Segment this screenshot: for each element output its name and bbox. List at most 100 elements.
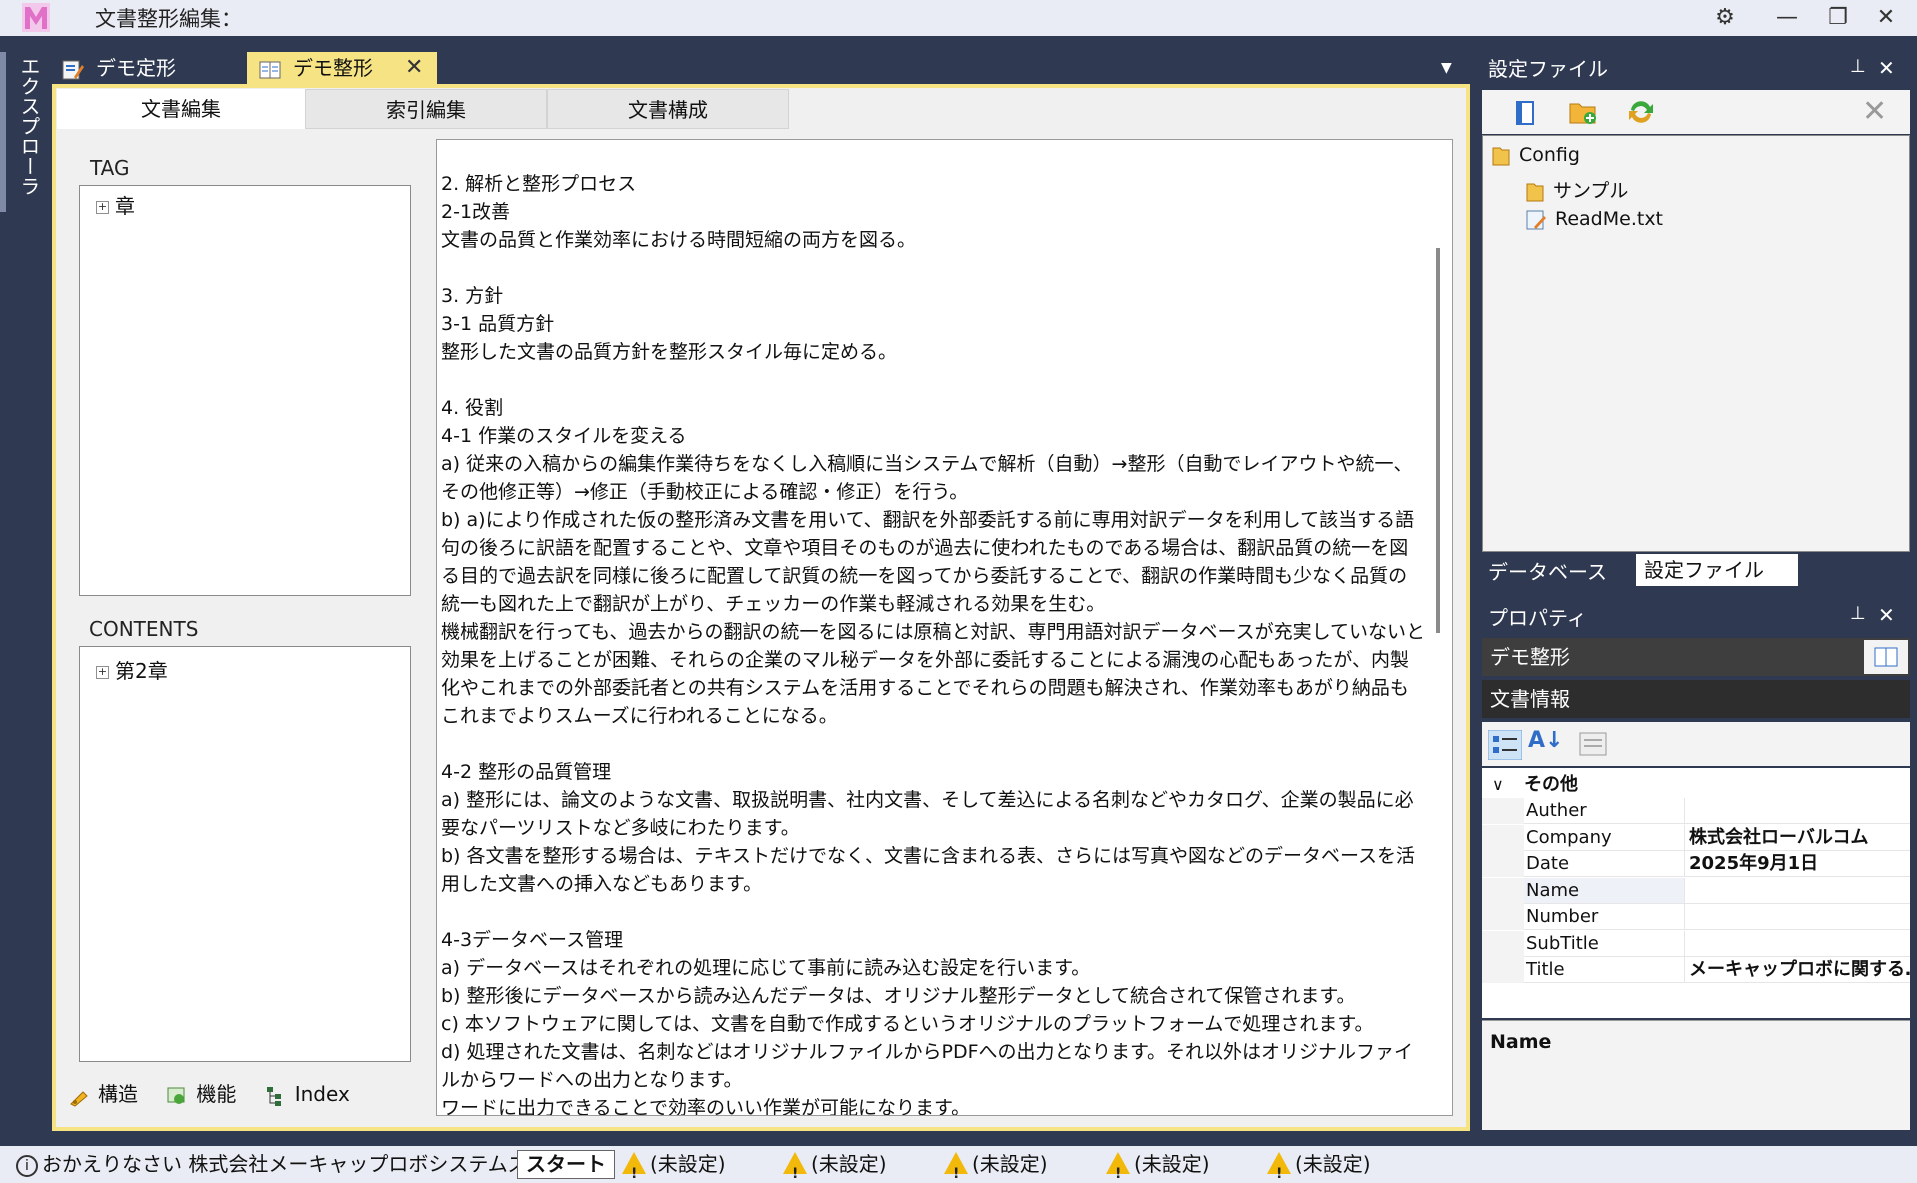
editor-line: 4-2 整形の品質管理: [441, 761, 612, 783]
new-folder-icon[interactable]: [1568, 98, 1598, 126]
status-slot[interactable]: (未設定): [783, 1146, 887, 1183]
explorer-tab[interactable]: エクスプローラ: [17, 56, 41, 196]
collapse-icon[interactable]: ∨: [1492, 772, 1504, 798]
start-button[interactable]: スタート: [517, 1150, 615, 1179]
status-slot[interactable]: (未設定): [1267, 1146, 1371, 1183]
document-editor[interactable]: 2. 解析と整形プロセス 2-1改善 文書の品質と作業効率における時間短縮の両方を図…: [436, 139, 1453, 1116]
tree-node-config[interactable]: Config: [1491, 144, 1580, 167]
minimize-button[interactable]: —: [1767, 2, 1807, 34]
sort-alpha-icon[interactable]: A↓: [1528, 728, 1563, 753]
property-gutter: [1482, 798, 1524, 824]
tab-index[interactable]: Index: [265, 1082, 350, 1107]
status-slot-label: (未設定): [650, 1152, 726, 1176]
close-panel-icon[interactable]: ✕: [1878, 56, 1895, 80]
expand-icon[interactable]: +: [96, 666, 109, 679]
editor-line: ワードに出力できることで効率のいい作業が可能になります。: [441, 1097, 971, 1116]
property-pages-icon[interactable]: [1578, 730, 1608, 758]
property-row[interactable]: SubTitle: [1482, 930, 1910, 957]
delete-icon[interactable]: ✕: [1862, 94, 1887, 129]
property-row[interactable]: Auther: [1482, 798, 1910, 824]
tab-document-structure[interactable]: 文書構成: [547, 89, 789, 129]
new-file-icon[interactable]: [1512, 100, 1538, 126]
property-value[interactable]: [1684, 798, 1910, 824]
tree-node-label: Config: [1519, 144, 1580, 166]
property-pages-button[interactable]: [1864, 640, 1908, 674]
property-gutter: [1482, 824, 1524, 851]
refresh-icon[interactable]: [1626, 98, 1656, 126]
status-bar: iおかえりなさい 株式会社メーキャップロボシステムズさん スタート (未設定) (…: [0, 1146, 1917, 1183]
tab-overflow-icon[interactable]: ▼: [1441, 60, 1452, 76]
property-value[interactable]: 株式会社ローバルコム: [1684, 824, 1910, 851]
contents-tree[interactable]: + 第2章: [79, 646, 411, 1062]
tag-tree[interactable]: + 章: [79, 185, 411, 596]
function-icon: [167, 1087, 185, 1104]
editor-text[interactable]: 2. 解析と整形プロセス 2-1改善 文書の品質と作業効率における時間短縮の両方を図…: [441, 170, 1426, 1116]
editor-line: a) データベースはそれぞれの処理に応じて事前に読み込む設定を行います。: [441, 957, 1091, 979]
tree-node-sample[interactable]: サンプル: [1525, 176, 1628, 203]
tab-settings-file[interactable]: 設定ファイル: [1636, 554, 1798, 586]
property-name: Auther: [1524, 798, 1684, 824]
status-slot[interactable]: (未設定): [1106, 1146, 1210, 1183]
expand-icon[interactable]: +: [96, 201, 109, 214]
tab-function[interactable]: 機能: [166, 1078, 236, 1107]
tree-node-readme[interactable]: ReadMe.txt: [1525, 208, 1663, 231]
categorized-view-icon[interactable]: [1488, 730, 1522, 760]
editor-line: a) 整形には、論文のような文書、取扱説明書、社内文書、そして差込による名刺など…: [441, 789, 1414, 839]
restore-button[interactable]: ❐: [1818, 2, 1858, 34]
status-slot-label: (未設定): [811, 1152, 887, 1176]
info-icon: i: [16, 1154, 38, 1177]
property-value[interactable]: 2025年9月1日: [1684, 851, 1910, 877]
editor-line: b) 整形後にデータベースから読み込んだデータは、オリジナル整形データとして統合…: [441, 985, 1356, 1007]
window-title: 文書整形編集：: [95, 7, 242, 31]
property-gutter: [1482, 877, 1524, 904]
settings-gear-icon[interactable]: ⚙: [1705, 2, 1745, 34]
editor-line: a) 従来の入稿からの編集作業待ちをなくし入稿順に当システムで解析（自動）→整形…: [441, 453, 1413, 503]
tree-node-chapter[interactable]: + 章: [96, 190, 135, 219]
status-slot-label: (未設定): [972, 1152, 1048, 1176]
pin-icon[interactable]: ⊥: [1850, 603, 1866, 624]
property-category-label: その他: [1524, 774, 1578, 795]
tab-database[interactable]: データベース: [1488, 556, 1607, 585]
property-row[interactable]: Number: [1482, 904, 1910, 930]
property-value[interactable]: メーキャップロボに関する…: [1684, 957, 1910, 983]
doc-tab-demo-teikei[interactable]: デモ定形: [62, 52, 242, 84]
editor-line: 3-1 品質方針: [441, 313, 555, 335]
editor-scrollbar-thumb[interactable]: [1436, 248, 1440, 633]
settings-file-tree[interactable]: Config サンプル ReadMe.txt: [1482, 135, 1910, 552]
property-row[interactable]: Date 2025年9月1日: [1482, 851, 1910, 877]
close-tab-icon[interactable]: ✕: [405, 52, 423, 84]
pin-icon[interactable]: ⊥: [1850, 56, 1866, 77]
property-row[interactable]: Name: [1482, 877, 1910, 904]
editor-line: 機械翻訳を行っても、過去からの翻訳の統一を図るには原稿と対訳、専門用語対訳データ…: [441, 621, 1426, 727]
tree-node-chapter-2[interactable]: + 第2章: [96, 655, 168, 684]
editor-line: 4. 役割: [441, 397, 504, 419]
property-category-row[interactable]: ∨ その他: [1482, 772, 1910, 798]
close-window-button[interactable]: ✕: [1866, 2, 1906, 34]
editor-line: 4-3データベース管理: [441, 929, 624, 951]
status-slot[interactable]: (未設定): [622, 1146, 726, 1183]
status-slot[interactable]: (未設定): [944, 1146, 1048, 1183]
property-row[interactable]: Company 株式会社ローバルコム: [1482, 824, 1910, 851]
close-panel-icon[interactable]: ✕: [1878, 603, 1895, 627]
status-message-text: おかえりなさい 株式会社メーキャップロボシステムズさん: [42, 1152, 568, 1176]
property-object-selector[interactable]: デモ整形: [1482, 638, 1910, 676]
property-row[interactable]: Title メーキャップロボに関する…: [1482, 957, 1910, 983]
warning-icon: [1267, 1152, 1291, 1183]
editor-line: 文書の品質と作業効率における時間短縮の両方を図る。: [441, 229, 917, 251]
tab-index-edit[interactable]: 索引編集: [305, 89, 547, 129]
tree-node-label: サンプル: [1553, 180, 1629, 202]
properties-panel-title: プロパティ: [1488, 606, 1587, 630]
explorer-strip: [0, 52, 50, 1137]
property-description-title: Name: [1490, 1031, 1552, 1053]
structure-icon: [70, 1090, 88, 1107]
editor-line: 3. 方針: [441, 285, 504, 307]
property-value[interactable]: [1684, 877, 1910, 904]
property-value[interactable]: [1684, 904, 1910, 930]
tab-document-edit[interactable]: 文書編集: [57, 89, 305, 129]
tab-structure[interactable]: 構造: [68, 1078, 138, 1107]
property-name: Name: [1524, 877, 1684, 904]
property-value[interactable]: [1684, 930, 1910, 957]
property-gutter: [1482, 851, 1524, 877]
